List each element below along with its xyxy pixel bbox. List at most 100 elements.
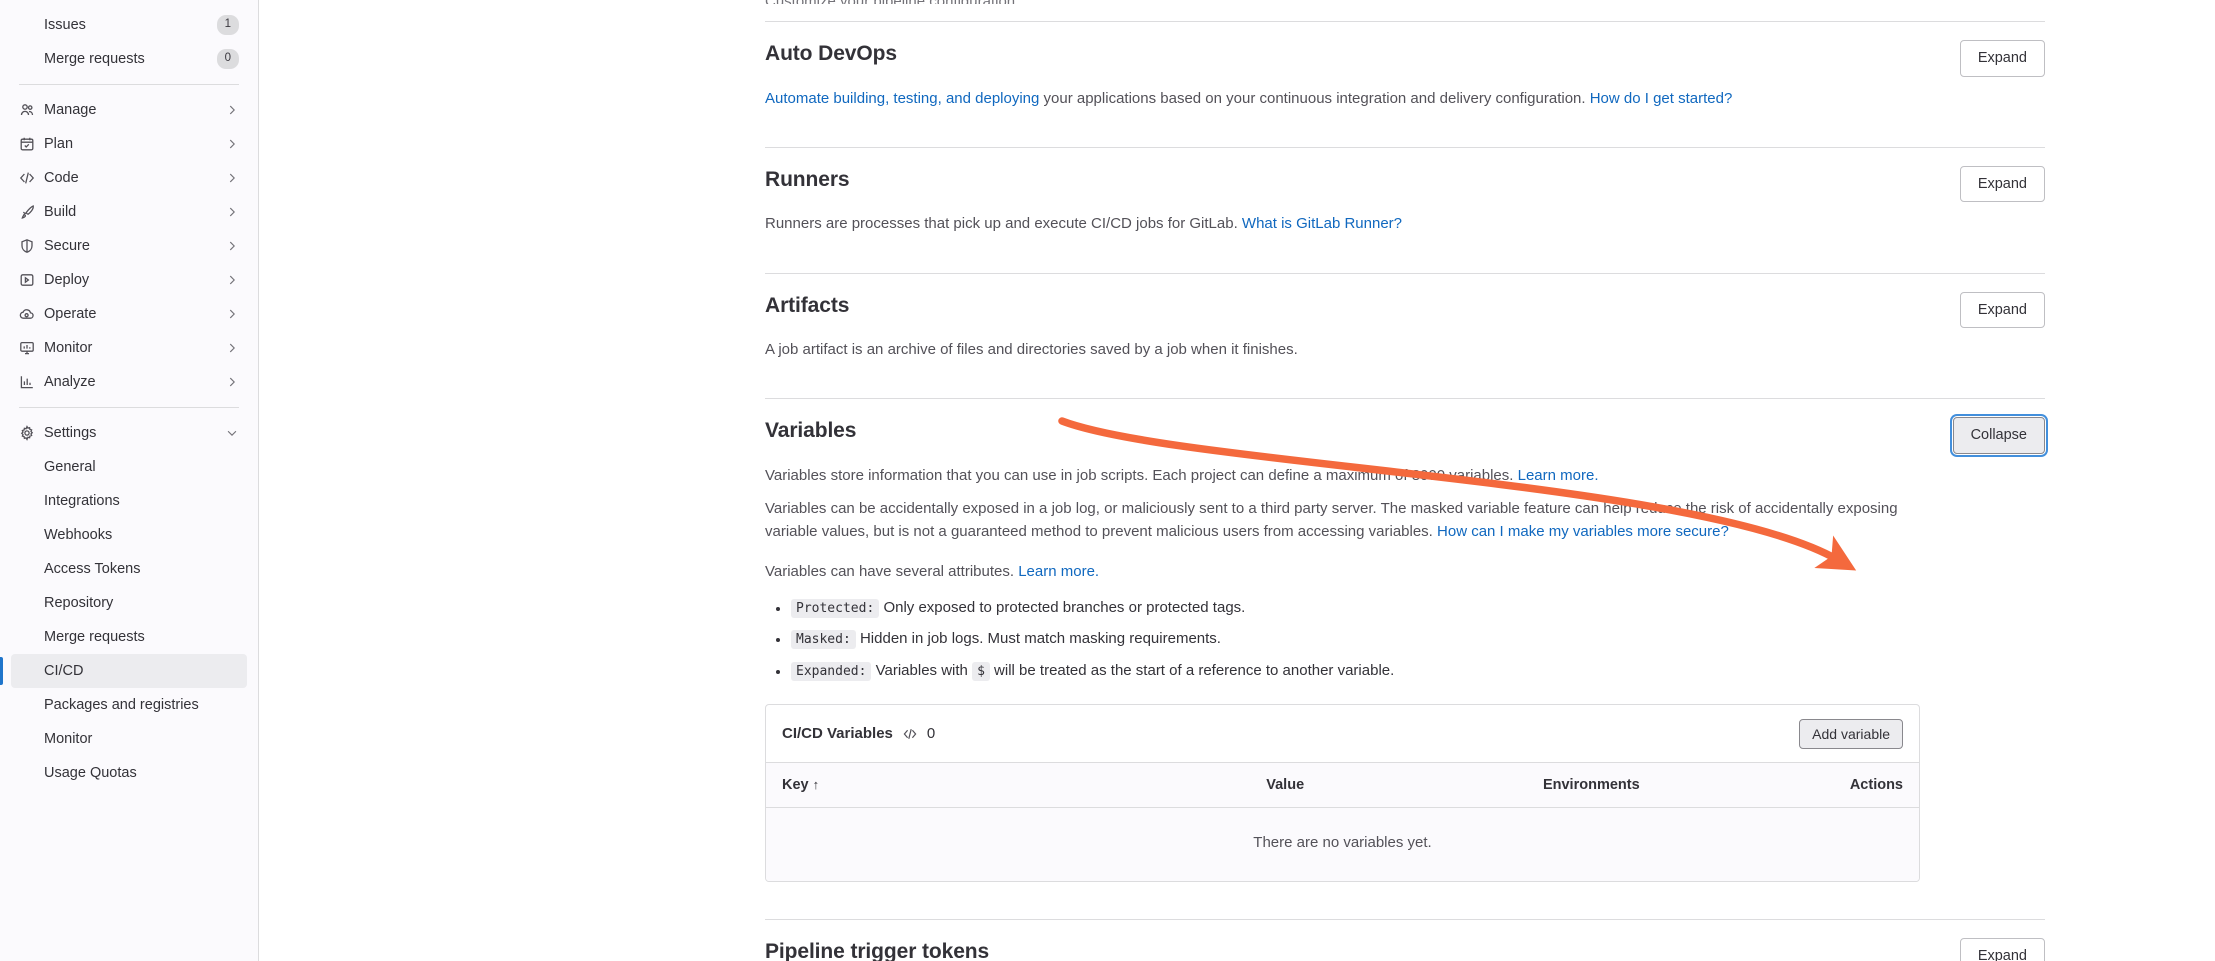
expand-button-artifacts[interactable]: Expand [1959, 291, 2045, 328]
expand-button-auto-devops[interactable]: Expand [1959, 40, 2045, 77]
expand-button-pipeline-trigger-tokens[interactable]: Expand [1959, 938, 2045, 961]
section-title-auto-devops: Auto DevOps [765, 42, 897, 65]
cut-off-intro-text: Customize your pipeline configuration. [765, 0, 2045, 4]
section-desc-auto-devops: Automate building, testing, and deployin… [765, 87, 1925, 110]
sidebar-item-monitor[interactable]: Monitor [11, 331, 247, 365]
sidebar-item-packages-and-registries[interactable]: Packages and registries [11, 688, 247, 722]
sidebar-item-general[interactable]: General [11, 450, 247, 484]
sidebar-item-label: Access Tokens [44, 560, 141, 577]
masked-code-badge: Masked: [791, 630, 856, 650]
expand-button-runners[interactable]: Expand [1959, 165, 2045, 203]
sidebar-item-cicd[interactable]: CI/CD [0, 654, 247, 688]
sidebar-item-manage[interactable]: Manage [11, 93, 247, 127]
sidebar-item-code[interactable]: Code [11, 161, 247, 195]
automate-building-link[interactable]: Automate building, testing, and deployin… [765, 90, 1039, 107]
section-desc-runners: Runners are processes that pick up and e… [765, 212, 1925, 235]
sidebar-item-merge-requests[interactable]: Merge requests 0 [11, 42, 247, 76]
sidebar-item-secure[interactable]: Secure [11, 229, 247, 263]
what-is-gitlab-runner-link[interactable]: What is GitLab Runner? [1242, 215, 1402, 232]
sidebar-item-settings[interactable]: Settings [11, 416, 247, 450]
sidebar-item-label: Build [44, 203, 77, 220]
settings-sections-container: Customize your pipeline configuration. A… [765, 0, 2045, 961]
sort-ascending-icon: ↑ [812, 777, 820, 793]
sidebar-item-analyze[interactable]: Analyze [11, 365, 247, 399]
column-header-value: Value [1250, 763, 1527, 809]
sidebar-item-label: Integrations [44, 492, 120, 509]
sidebar-item-label: Monitor [44, 730, 93, 747]
deploy-icon [19, 272, 35, 288]
section-title-runners: Runners [765, 167, 850, 191]
column-header-key-label: Key [782, 777, 809, 794]
code-icon [19, 170, 35, 186]
sidebar-item-access-tokens[interactable]: Access Tokens [11, 552, 247, 586]
chevron-right-icon [225, 273, 239, 287]
artifacts-desc-text: A job artifact is an archive of files an… [765, 341, 1298, 358]
how-do-i-get-started-link[interactable]: How do I get started? [1590, 90, 1733, 107]
sidebar-item-label: Operate [44, 305, 97, 322]
table-header-row: Key ↑ Value Environments Actions [766, 763, 1919, 809]
sidebar-item-label: Secure [44, 237, 90, 254]
sidebar-item-label: Monitor [44, 339, 93, 356]
sidebar-item-label: CI/CD [44, 662, 84, 679]
variables-more-secure-link[interactable]: How can I make my variables more secure? [1437, 523, 1729, 540]
runners-desc-text: Runners are processes that pick up and e… [765, 215, 1242, 233]
section-title-artifacts: Artifacts [765, 293, 850, 317]
sidebar-item-label: Merge requests [44, 50, 145, 67]
empty-state-text: There are no variables yet. [766, 807, 1919, 882]
variables-learn-more-link-1[interactable]: Learn more. [1518, 467, 1599, 484]
auto-devops-desc-mid: your applications based on your continuo… [1039, 89, 1590, 107]
sidebar-item-settings-merge-requests[interactable]: Merge requests [11, 620, 247, 654]
sidebar-item-label: Code [44, 169, 79, 186]
chevron-right-icon [225, 375, 239, 389]
dollar-sign-code-badge: $ [972, 661, 990, 681]
table-row-empty: There are no variables yet. [766, 807, 1919, 882]
section-pipeline-trigger-tokens: Pipeline trigger tokens Expand Trigger a… [765, 920, 2045, 961]
variable-attributes-list: Protected: Only exposed to protected bra… [765, 597, 2045, 683]
cicd-variables-card: CI/CD Variables 0 Add variable Key ↑ Valu… [765, 704, 1920, 883]
chevron-right-icon [225, 171, 239, 185]
sidebar-item-integrations[interactable]: Integrations [11, 484, 247, 518]
column-header-key[interactable]: Key ↑ [766, 763, 1251, 809]
chevron-right-icon [225, 137, 239, 151]
merge-requests-count-badge: 0 [216, 49, 239, 69]
sidebar-item-plan[interactable]: Plan [11, 127, 247, 161]
sidebar-item-label: Manage [44, 101, 97, 118]
sidebar-divider [19, 84, 239, 85]
shield-icon [19, 238, 35, 254]
sidebar-item-label: Analyze [44, 373, 96, 390]
protected-code-badge: Protected: [791, 598, 880, 618]
sidebar-item-deploy[interactable]: Deploy [11, 263, 247, 297]
issues-count-badge: 1 [216, 15, 239, 35]
column-header-environments: Environments [1526, 763, 1758, 809]
sidebar-item-operate[interactable]: Operate [11, 297, 247, 331]
cicd-variables-table: Key ↑ Value Environments Actions There ar… [766, 763, 1919, 882]
monitor-icon [19, 340, 35, 356]
sidebar-item-label: General [44, 458, 96, 475]
add-variable-button[interactable]: Add variable [1799, 718, 1903, 749]
expanded-code-badge: Expanded: [791, 661, 872, 681]
sidebar-item-issues[interactable]: Issues 1 [11, 8, 247, 42]
section-desc-variables: Variables store information that you can… [765, 464, 1925, 583]
sidebar-item-label: Webhooks [44, 526, 113, 543]
variables-p3-text: Variables can have several attributes. [765, 562, 1019, 580]
collapse-button-variables[interactable]: Collapse [1952, 417, 2045, 454]
variables-learn-more-link-2[interactable]: Learn more. [1018, 563, 1099, 580]
project-sidebar: Issues 1 Merge requests 0 Manage Plan Co… [0, 0, 259, 961]
sidebar-item-usage-quotas[interactable]: Usage Quotas [11, 756, 247, 790]
chevron-down-icon [225, 426, 239, 440]
sidebar-item-build[interactable]: Build [11, 195, 247, 229]
calendar-icon [19, 136, 35, 152]
sidebar-item-label: Usage Quotas [44, 764, 137, 781]
cicd-variables-count: 0 [926, 725, 936, 743]
sidebar-item-webhooks[interactable]: Webhooks [11, 518, 247, 552]
expanded-desc-post: will be treated as the start of a refere… [989, 661, 1395, 679]
rocket-icon [19, 204, 35, 220]
masked-desc: Hidden in job logs. Must match masking r… [855, 630, 1221, 648]
sidebar-item-repository[interactable]: Repository [11, 586, 247, 620]
column-header-actions: Actions [1757, 763, 1919, 809]
section-title-variables: Variables [765, 419, 857, 443]
sidebar-item-settings-monitor[interactable]: Monitor [11, 722, 247, 756]
code-brackets-icon [902, 726, 918, 742]
protected-desc: Only exposed to protected branches or pr… [879, 598, 1246, 616]
expanded-desc-pre: Variables with [871, 661, 973, 679]
